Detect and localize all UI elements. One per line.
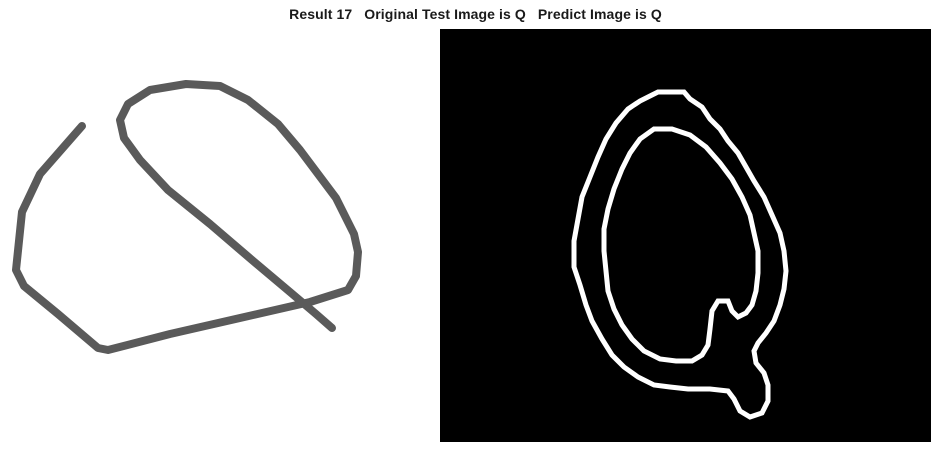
sketch-outer-stroke <box>12 80 362 354</box>
figure-title: Result 17 Original Test Image is Q Predi… <box>289 6 662 22</box>
handwritten-letter-sketch-icon <box>12 80 362 354</box>
original-test-image-panel <box>0 28 420 468</box>
edge-outline-letter-icon <box>571 89 789 420</box>
predicted-edge-image-panel <box>440 29 931 442</box>
inner-contour <box>601 126 761 364</box>
